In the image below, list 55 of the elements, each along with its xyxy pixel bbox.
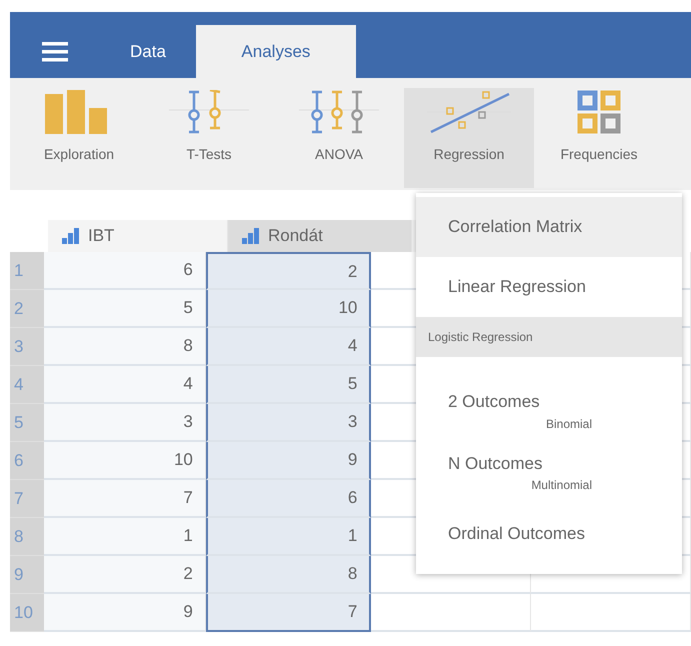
ribbon-button[interactable]: T-Tests bbox=[144, 88, 274, 188]
table-cell: 8 bbox=[206, 556, 372, 594]
menu-item[interactable]: 2 Outcomes Binomial bbox=[416, 379, 682, 440]
table-cell: 3 bbox=[44, 404, 206, 442]
menu-item[interactable]: Ordinal Outcomes bbox=[416, 502, 682, 566]
row-number: 3 bbox=[10, 328, 44, 366]
table-cell: 6 bbox=[206, 480, 372, 518]
table-cell: 10 bbox=[206, 290, 372, 328]
column-header[interactable]: IBT bbox=[48, 220, 228, 252]
column-header[interactable]: Rondát bbox=[228, 220, 412, 252]
menu-item-note: Binomial bbox=[544, 416, 593, 432]
menu-section-header: Logistic Regression bbox=[416, 317, 682, 357]
error-bars-icon bbox=[299, 90, 379, 134]
tab[interactable]: Analyses bbox=[196, 25, 356, 78]
table-cell: 8 bbox=[44, 328, 206, 366]
menu-item[interactable]: Linear Regression bbox=[416, 257, 682, 317]
menu-item-note: Multinomial bbox=[530, 477, 593, 494]
table-cell: 4 bbox=[44, 366, 206, 404]
row-number: 2 bbox=[10, 290, 44, 328]
table-cell: 9 bbox=[206, 442, 372, 480]
ribbon-button[interactable]: ANOVA bbox=[274, 88, 404, 188]
row-number: 5 bbox=[10, 404, 44, 442]
table-cell: 7 bbox=[206, 594, 372, 632]
row-number: 8 bbox=[10, 518, 44, 556]
tab[interactable]: Data bbox=[100, 25, 196, 78]
ribbon-button[interactable]: Regression bbox=[404, 88, 534, 188]
table-cell: 1 bbox=[44, 518, 206, 556]
table-cell: 6 bbox=[44, 252, 206, 290]
table-cell: 2 bbox=[206, 252, 372, 290]
table-cell: 5 bbox=[44, 290, 206, 328]
grid-squares-icon bbox=[577, 90, 621, 134]
table-cell: 7 bbox=[44, 480, 206, 518]
error-bars-icon bbox=[169, 90, 249, 134]
table-cell: 5 bbox=[206, 366, 372, 404]
table-cell: 4 bbox=[206, 328, 372, 366]
table-cell: 10 bbox=[44, 442, 206, 480]
row-number: 1 bbox=[10, 252, 44, 290]
table-cell: 9 bbox=[44, 594, 206, 632]
column-name: IBT bbox=[88, 225, 114, 248]
table-cell: 1 bbox=[206, 518, 372, 556]
menu-item[interactable]: Correlation Matrix bbox=[416, 197, 682, 257]
row-number: 4 bbox=[10, 366, 44, 404]
ribbon-button[interactable]: Frequencies bbox=[534, 88, 664, 188]
row-number: 9 bbox=[10, 556, 44, 594]
ribbon-button[interactable]: Exploration bbox=[14, 88, 144, 188]
table-cell: 2 bbox=[44, 556, 206, 594]
menu-item[interactable]: N Outcomes Multinomial bbox=[416, 440, 682, 502]
scale-icon bbox=[242, 228, 260, 244]
scale-icon bbox=[62, 228, 80, 244]
menu-icon bbox=[42, 42, 68, 62]
table-cell: 3 bbox=[206, 404, 372, 442]
row-number: 6 bbox=[10, 442, 44, 480]
row-number: 7 bbox=[10, 480, 44, 518]
row-number: 10 bbox=[10, 594, 44, 632]
column-name: Rondát bbox=[268, 225, 323, 248]
